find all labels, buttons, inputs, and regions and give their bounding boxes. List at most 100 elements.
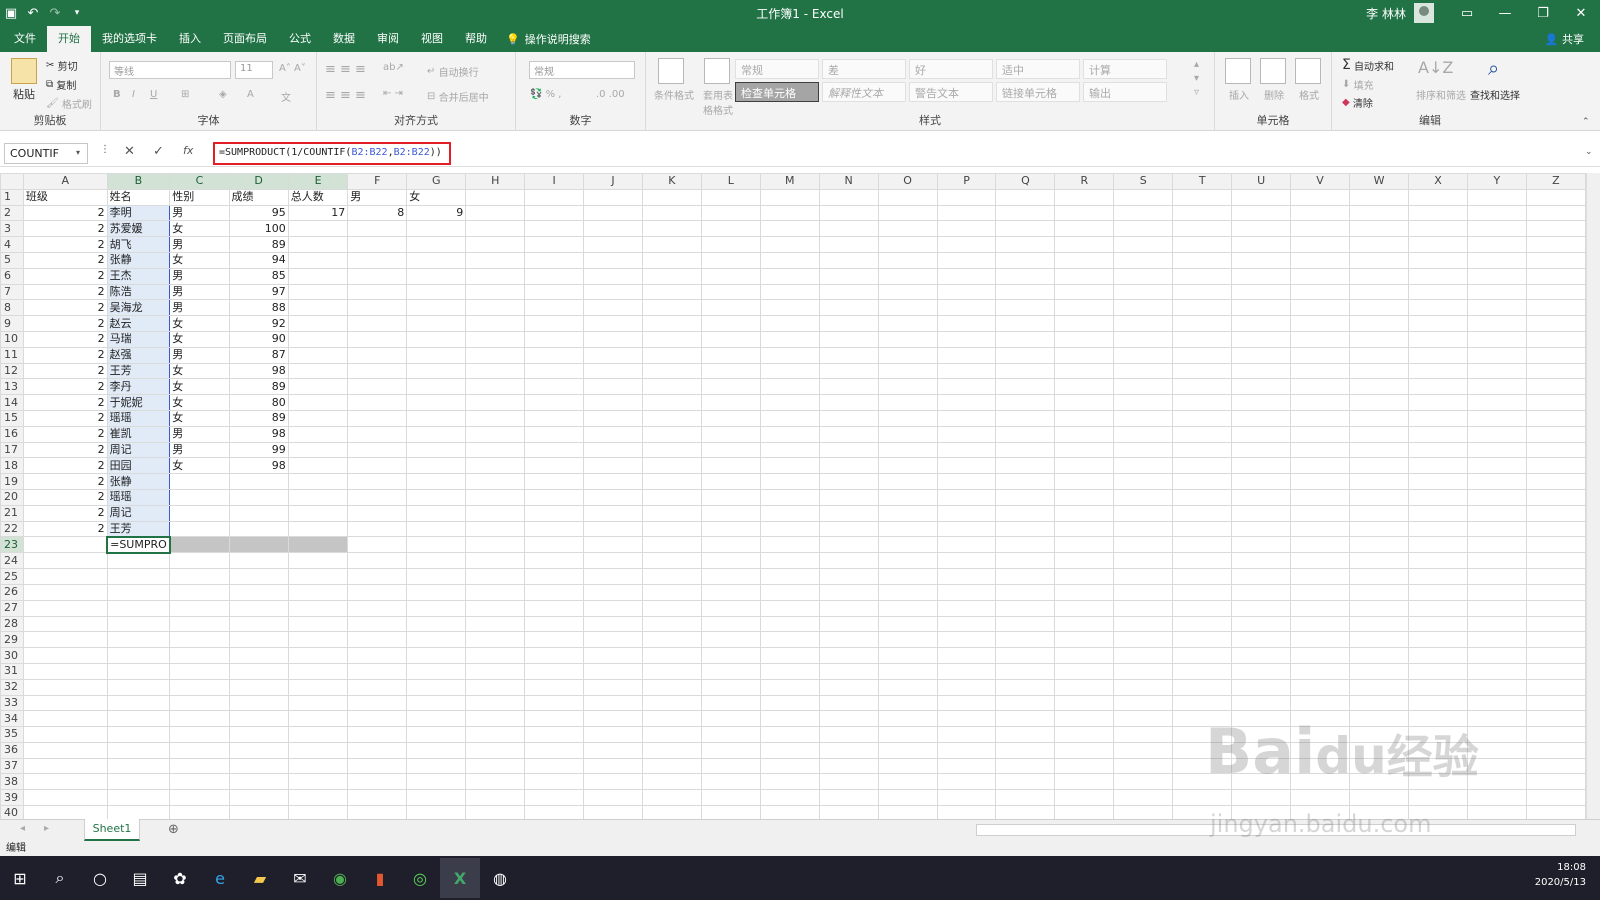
cell[interactable] [641, 520, 702, 538]
insert-function-icon[interactable]: fx [183, 144, 193, 157]
cell[interactable] [583, 552, 643, 570]
cell[interactable] [1349, 251, 1410, 269]
cell[interactable] [759, 204, 820, 222]
cell[interactable] [406, 330, 467, 348]
cell[interactable] [1466, 346, 1527, 364]
cell[interactable] [1408, 362, 1468, 380]
cell[interactable] [700, 726, 761, 743]
cell[interactable] [1054, 647, 1115, 664]
cell[interactable] [1054, 425, 1115, 443]
cell[interactable] [524, 662, 585, 680]
cell[interactable] [583, 805, 643, 819]
cell[interactable] [700, 694, 761, 712]
cell[interactable] [465, 283, 526, 301]
cell[interactable] [1113, 188, 1174, 206]
tab-9[interactable]: 帮助 [454, 26, 498, 52]
cell[interactable] [524, 568, 585, 585]
cell[interactable] [347, 726, 408, 743]
cell[interactable] [1113, 773, 1174, 791]
row-header[interactable]: 33 [0, 694, 24, 712]
cell[interactable] [936, 362, 997, 380]
cell[interactable] [700, 457, 761, 475]
cell[interactable] [1172, 346, 1233, 364]
cell[interactable] [1113, 678, 1174, 696]
cell[interactable] [641, 188, 702, 206]
cell[interactable] [700, 615, 761, 633]
cell[interactable] [22, 599, 108, 617]
cell[interactable] [1054, 299, 1115, 317]
cell[interactable] [877, 409, 938, 427]
cell[interactable] [465, 773, 526, 791]
row-header[interactable]: 35 [0, 726, 24, 743]
cell[interactable] [641, 710, 702, 728]
cell[interactable] [106, 552, 171, 570]
cell[interactable] [877, 188, 938, 206]
cell[interactable] [169, 741, 230, 759]
cell[interactable] [287, 315, 349, 332]
align-top-icon[interactable]: ≡ ≡ ≡ [325, 62, 366, 77]
cell[interactable] [287, 378, 349, 396]
cell[interactable] [524, 473, 585, 490]
cell[interactable] [700, 741, 761, 759]
cell[interactable]: 8 [347, 204, 408, 222]
cell[interactable] [1466, 504, 1527, 522]
cell[interactable] [347, 678, 408, 696]
row-header[interactable]: 40 [0, 805, 24, 819]
cell[interactable] [406, 236, 467, 253]
cell[interactable] [759, 710, 820, 728]
cell[interactable] [1349, 425, 1410, 443]
cell[interactable] [1113, 267, 1174, 285]
column-header[interactable]: H [465, 173, 526, 190]
cell[interactable] [818, 694, 879, 712]
cell[interactable] [106, 805, 171, 819]
cell[interactable] [700, 204, 761, 222]
cell[interactable]: 总人数 [287, 188, 349, 206]
cell[interactable] [759, 568, 820, 585]
cell[interactable] [465, 441, 526, 459]
cell[interactable] [1349, 615, 1410, 633]
cell[interactable] [1349, 220, 1410, 238]
cell[interactable] [1349, 457, 1410, 475]
cell[interactable] [347, 741, 408, 759]
cell[interactable] [287, 773, 349, 791]
cell[interactable] [700, 188, 761, 206]
cell[interactable] [465, 236, 526, 253]
cell[interactable] [1408, 409, 1468, 427]
cell[interactable] [287, 757, 349, 775]
cell[interactable] [1466, 599, 1527, 617]
cell[interactable] [1349, 583, 1410, 601]
cell[interactable] [1172, 425, 1233, 443]
fill-color-icon[interactable]: ◈ [219, 89, 227, 100]
cell[interactable] [1349, 473, 1410, 490]
cell[interactable] [936, 694, 997, 712]
cell[interactable] [1349, 599, 1410, 617]
cell[interactable] [1408, 488, 1468, 506]
cell[interactable] [406, 409, 467, 427]
search-icon[interactable]: ⌕ [40, 858, 80, 898]
cell[interactable] [877, 330, 938, 348]
cell[interactable] [818, 425, 879, 443]
cell[interactable] [347, 552, 408, 570]
cell[interactable] [936, 441, 997, 459]
cell[interactable] [169, 773, 230, 791]
cell[interactable] [877, 299, 938, 317]
cell-style-5[interactable]: 检查单元格 [735, 82, 819, 102]
cell[interactable] [583, 488, 643, 506]
cell[interactable] [1231, 773, 1292, 791]
cell[interactable] [228, 488, 289, 506]
cell[interactable]: 92 [228, 315, 289, 332]
cell[interactable] [22, 662, 108, 680]
formula-input[interactable]: =SUMPRODUCT(1/COUNTIF(B2:B22,B2:B22)) [213, 142, 451, 165]
cell[interactable] [1349, 346, 1410, 364]
cell[interactable]: 于妮妮 [106, 394, 171, 411]
cell[interactable] [1408, 647, 1468, 664]
cell[interactable] [524, 220, 585, 238]
cell[interactable] [583, 394, 643, 411]
cell[interactable] [1231, 283, 1292, 301]
prev-sheet-icon[interactable]: ◂ [20, 823, 25, 834]
cell[interactable]: 马瑞 [106, 330, 171, 348]
cell[interactable] [700, 394, 761, 411]
cell[interactable] [700, 330, 761, 348]
cell[interactable] [22, 552, 108, 570]
cell[interactable]: 98 [228, 362, 289, 380]
